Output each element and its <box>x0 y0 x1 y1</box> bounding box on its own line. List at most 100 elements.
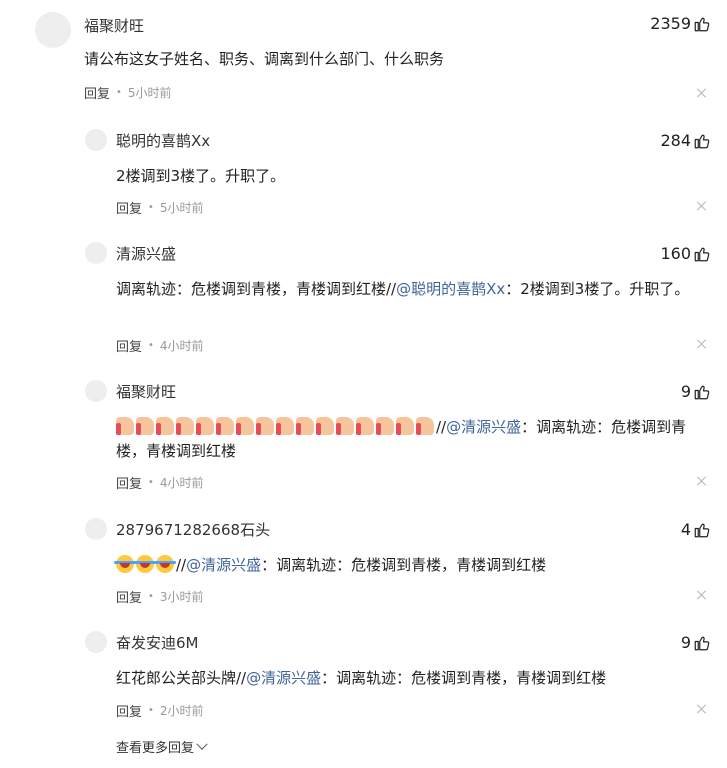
timestamp: 4小时前 <box>159 476 204 490</box>
like-count: 9 <box>680 382 691 401</box>
avatar[interactable] <box>85 518 107 540</box>
like-count: 284 <box>660 131 691 150</box>
comment-meta: 回复 • 3小时前 <box>116 587 204 606</box>
close-icon[interactable] <box>697 88 707 98</box>
comment-text-prefix: // <box>436 418 447 436</box>
avatar[interactable] <box>85 129 107 151</box>
thumbs-up-icon <box>693 132 711 150</box>
reply-comment: 奋发安迪6M 9 红花郎公关部头牌//@清源兴盛：调离轨迹：危楼调到青楼，青楼调… <box>0 631 727 721</box>
thumbs-up-emoji <box>256 417 274 435</box>
avatar[interactable] <box>85 242 107 264</box>
username[interactable]: 奋发安迪6M <box>116 632 199 653</box>
timestamp: 5小时前 <box>159 201 204 215</box>
like-button[interactable]: 9 <box>681 633 711 652</box>
avatar[interactable] <box>85 631 107 653</box>
thumbs-up-emoji <box>296 417 314 435</box>
close-icon[interactable] <box>697 590 707 600</box>
comment-text: //@清源兴盛：调离轨迹：危楼调到青楼，青楼调到红楼 <box>114 553 696 577</box>
chevron-down-icon <box>196 738 208 750</box>
like-count: 160 <box>660 244 691 263</box>
mention-link[interactable]: @清源兴盛 <box>246 669 321 687</box>
timestamp: 2小时前 <box>159 704 204 718</box>
view-more-replies-button[interactable]: 查看更多回复 <box>116 737 208 756</box>
thumbs-up-emoji <box>276 417 294 435</box>
timestamp: 3小时前 <box>159 590 204 604</box>
reply-button[interactable]: 回复 <box>116 198 142 217</box>
thumbs-up-emoji <box>416 417 434 435</box>
avatar[interactable] <box>35 12 71 48</box>
mention-link[interactable]: @聪明的喜鹊Xx <box>396 280 505 298</box>
like-button[interactable]: 160 <box>660 244 711 263</box>
username[interactable]: 清源兴盛 <box>116 243 176 264</box>
reply-button[interactable]: 回复 <box>116 336 142 355</box>
username[interactable]: 聪明的喜鹊Xx <box>116 130 210 151</box>
comment-meta: 回复 • 5小时前 <box>116 198 204 217</box>
reply-comment: 2879671282668石头 4 //@清源兴盛：调离轨迹：危楼调到青楼，青楼… <box>0 518 727 608</box>
timestamp: 5小时前 <box>127 86 172 100</box>
thumbs-up-emoji <box>396 417 414 435</box>
laughing-emoji <box>154 555 176 573</box>
comment-meta: 回复 • 5小时前 <box>84 83 172 102</box>
emoji-row <box>116 417 436 436</box>
top-comment: 福聚财旺 2359 请公布这女子姓名、职务、调离到什么部门、什么职务 回复 • … <box>0 0 727 110</box>
reply-button[interactable]: 回复 <box>84 83 110 102</box>
username[interactable]: 2879671282668石头 <box>116 519 270 540</box>
like-button[interactable]: 284 <box>660 131 711 150</box>
thumbs-up-icon <box>693 383 711 401</box>
reply-comment: 清源兴盛 160 调离轨迹：危楼调到青楼，青楼调到红楼//@聪明的喜鹊Xx：2楼… <box>0 242 727 357</box>
thumbs-up-icon <box>693 521 711 539</box>
like-count: 9 <box>680 633 691 652</box>
emoji-row <box>114 555 176 574</box>
like-count: 2359 <box>650 14 691 33</box>
thumbs-up-emoji <box>136 417 154 435</box>
thumbs-up-emoji <box>376 417 394 435</box>
comment-text: 调离轨迹：危楼调到青楼，青楼调到红楼//@聪明的喜鹊Xx：2楼调到3楼了。升职了… <box>116 277 701 301</box>
laughing-emoji <box>134 555 156 573</box>
separator-dot: • <box>148 340 154 351</box>
comment-text: //@清源兴盛：调离轨迹：危楼调到青楼，青楼调到红楼 <box>116 415 711 463</box>
avatar[interactable] <box>85 380 107 402</box>
thumbs-up-emoji <box>156 417 174 435</box>
comment-text-prefix: 红花郎公关部头牌// <box>116 669 247 687</box>
comment-text-prefix: 调离轨迹：危楼调到青楼，青楼调到红楼// <box>116 280 397 298</box>
mention-link[interactable]: @清源兴盛 <box>446 418 521 436</box>
comment-meta: 回复 • 4小时前 <box>116 473 204 492</box>
like-button[interactable]: 4 <box>681 520 711 539</box>
comment-text-suffix: ：2楼调到3楼了。升职了。 <box>505 280 690 298</box>
comment-text-suffix: ：调离轨迹：危楼调到青楼，青楼调到红楼 <box>261 556 547 574</box>
close-icon[interactable] <box>697 339 707 349</box>
thumbs-up-icon <box>693 634 711 652</box>
reply-button[interactable]: 回复 <box>116 587 142 606</box>
comment-text: 2楼调到3楼了。升职了。 <box>116 167 286 185</box>
username[interactable]: 福聚财旺 <box>116 381 176 402</box>
comment-text-prefix: // <box>176 556 187 574</box>
separator-dot: • <box>116 87 122 98</box>
thumbs-up-emoji <box>316 417 334 435</box>
comment-text: 请公布这女子姓名、职务、调离到什么部门、什么职务 <box>84 50 445 68</box>
thumbs-up-emoji <box>196 417 214 435</box>
comment-meta: 回复 • 2小时前 <box>116 701 204 720</box>
thumbs-up-emoji <box>116 417 134 435</box>
thumbs-up-icon <box>693 15 711 33</box>
reply-button[interactable]: 回复 <box>116 701 142 720</box>
like-count: 4 <box>680 520 691 539</box>
thumbs-up-icon <box>693 245 711 263</box>
reply-button[interactable]: 回复 <box>116 473 142 492</box>
reply-comment: 福聚财旺 9 //@清源兴盛：调离轨迹：危楼调到青楼，青楼调到红楼 回复 • 4… <box>0 380 727 495</box>
comment-meta: 回复 • 4小时前 <box>116 336 204 355</box>
close-icon[interactable] <box>697 201 707 211</box>
thumbs-up-emoji <box>236 417 254 435</box>
laughing-emoji <box>114 555 136 573</box>
like-button[interactable]: 9 <box>681 382 711 401</box>
mention-link[interactable]: @清源兴盛 <box>186 556 261 574</box>
close-icon[interactable] <box>697 476 707 486</box>
username[interactable]: 福聚财旺 <box>84 15 144 36</box>
separator-dot: • <box>148 202 154 213</box>
like-button[interactable]: 2359 <box>650 14 711 33</box>
separator-dot: • <box>148 591 154 602</box>
thumbs-up-emoji <box>336 417 354 435</box>
timestamp: 4小时前 <box>159 339 204 353</box>
view-more-label: 查看更多回复 <box>116 741 195 756</box>
comment-text: 红花郎公关部头牌//@清源兴盛：调离轨迹：危楼调到青楼，青楼调到红楼 <box>116 666 696 690</box>
close-icon[interactable] <box>697 704 707 714</box>
